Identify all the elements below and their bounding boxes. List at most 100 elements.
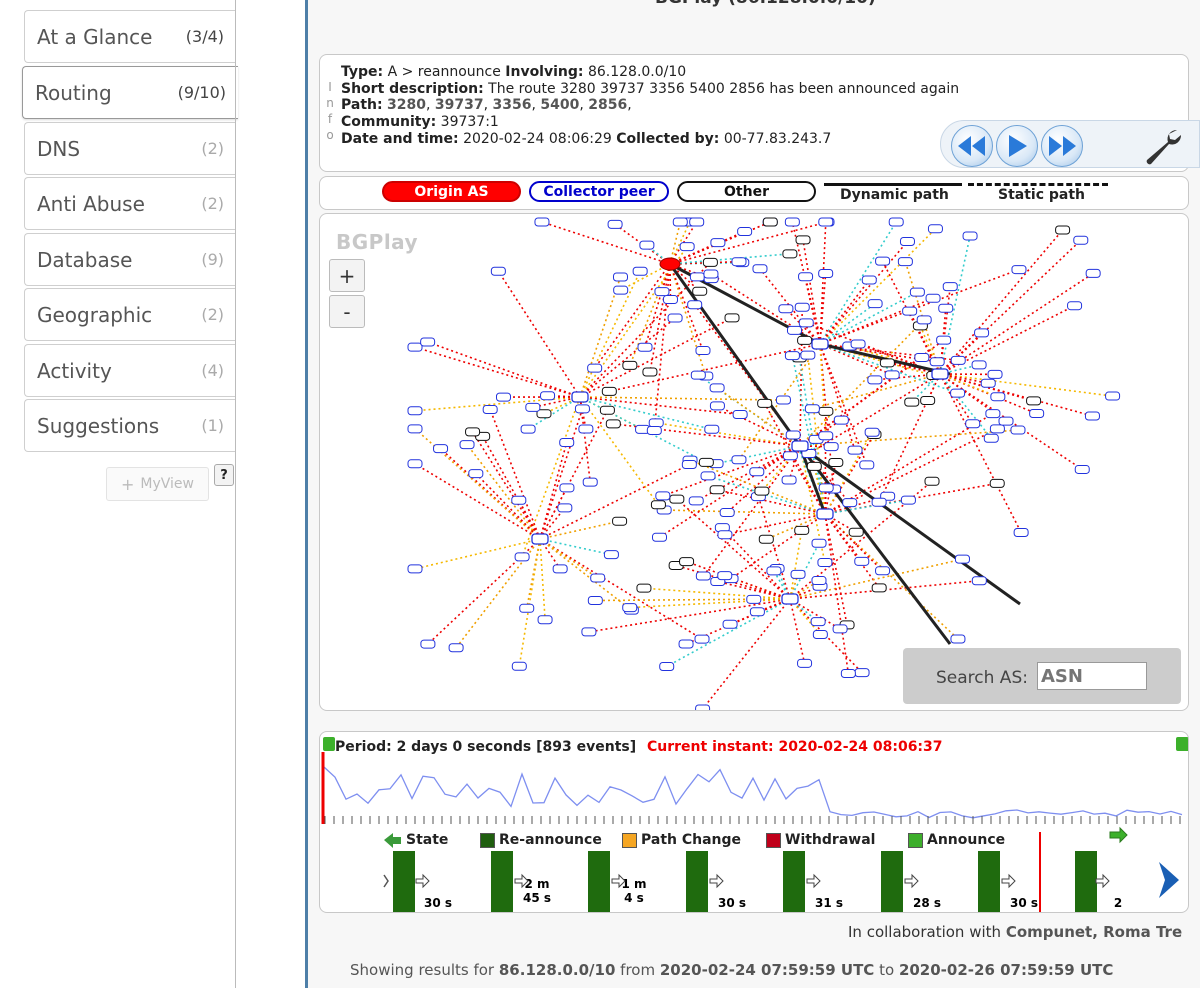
zoom-in-button[interactable]: +	[329, 259, 365, 292]
as-node	[900, 495, 916, 505]
search-as-input[interactable]	[1037, 662, 1147, 690]
path-asn[interactable]: 5400	[540, 97, 579, 113]
from-value: 2020-02-24 07:59:59 UTC	[659, 961, 875, 979]
legend-reannounce: Re-announce	[480, 832, 602, 848]
as-node	[990, 392, 1006, 402]
as-node	[1074, 464, 1090, 474]
graph-edge	[579, 396, 712, 431]
help-button[interactable]: ?	[214, 464, 234, 486]
as-node	[607, 219, 623, 229]
as-node	[407, 459, 423, 469]
graph-edge	[594, 263, 671, 369]
fast-forward-button[interactable]	[1041, 125, 1083, 167]
graph-path-solid	[799, 444, 1021, 606]
as-node	[534, 217, 550, 227]
as-node	[514, 552, 530, 562]
path-asn[interactable]: 3356	[493, 97, 532, 113]
as-node	[752, 264, 768, 274]
as-node	[639, 240, 655, 250]
sidebar-item-dns[interactable]: DNS (2)	[24, 122, 236, 175]
as-node	[709, 485, 725, 495]
as-node	[613, 285, 629, 295]
sidebar-item-activity[interactable]: Activity (4)	[24, 344, 236, 397]
graph-edge	[539, 408, 584, 540]
sidebar-item-database[interactable]: Database (9)	[24, 233, 236, 286]
graph-edge	[539, 538, 546, 620]
play-button[interactable]	[996, 125, 1038, 167]
graph-edge	[659, 445, 801, 538]
graph-edge	[579, 317, 676, 398]
as-node	[669, 494, 685, 504]
as-node	[854, 668, 870, 678]
community-line: Community: 39737:1	[341, 114, 959, 131]
as-node	[709, 383, 725, 393]
gap-text: 28 s	[913, 896, 941, 910]
as-node	[812, 630, 828, 640]
involving-label: Involving:	[505, 64, 584, 80]
gap-text: 31 s	[815, 896, 843, 910]
as-node	[785, 430, 801, 440]
timeline-left-handle	[323, 737, 335, 751]
next-event-arrow-icon[interactable]	[1153, 860, 1183, 900]
myview-button[interactable]: + MyView	[106, 467, 209, 501]
path-asn[interactable]: 2856	[588, 97, 627, 113]
as-node	[817, 558, 833, 568]
as-node	[420, 337, 436, 347]
as-node	[552, 564, 568, 574]
timeline-chart[interactable]: 30 s 2 m45 s 1 m4 s 30 s 31 s 28 s 30 s 2	[320, 732, 1189, 913]
as-node	[694, 634, 710, 644]
graph-edge	[939, 229, 1064, 375]
as-node	[797, 335, 813, 345]
bgp-graph[interactable]	[320, 214, 1189, 711]
graph-edge	[481, 435, 541, 540]
as-hub-node	[571, 391, 589, 403]
graph-edge	[939, 239, 1082, 375]
as-node	[987, 369, 1003, 379]
gap-text: 30 s	[718, 896, 746, 910]
as-node	[407, 406, 423, 416]
as-node	[861, 275, 877, 285]
sidebar-item-anti-abuse[interactable]: Anti Abuse (2)	[24, 177, 236, 230]
as-node	[632, 266, 648, 276]
gap-text: 45 s	[523, 891, 551, 905]
as-node	[1026, 396, 1042, 406]
as-node	[689, 272, 705, 282]
sidebar-item-routing[interactable]: Routing (9/10)	[22, 66, 238, 119]
wrench-icon[interactable]	[1141, 128, 1187, 166]
graph-edge	[527, 396, 581, 430]
as-node	[867, 375, 883, 385]
sidebar: At a Glance (3/4) Routing (9/10) DNS (2)…	[0, 0, 238, 988]
graph-edge	[819, 221, 897, 345]
arrow-icon	[709, 873, 724, 889]
as-node	[778, 304, 794, 314]
zoom-out-button[interactable]: -	[329, 295, 365, 328]
gap-label: 1 m4 s	[611, 873, 647, 905]
re-announce-bar	[393, 851, 415, 912]
myview-label: MyView	[140, 476, 194, 492]
graph-edge	[539, 538, 599, 579]
info-letter: I	[328, 80, 332, 94]
rewind-button[interactable]	[951, 125, 993, 167]
sidebar-item-geographic[interactable]: Geographic (2)	[24, 288, 236, 341]
as-node	[782, 451, 798, 461]
legend-label: Announce	[927, 832, 1006, 848]
origin-as-node	[659, 257, 681, 271]
as-node	[989, 478, 1005, 488]
as-node	[459, 440, 475, 450]
as-node	[495, 392, 511, 402]
gap-label: 30 s	[1001, 873, 1038, 910]
as-node	[784, 217, 800, 227]
as-node	[448, 643, 464, 653]
gap-label: 30 s	[415, 873, 452, 910]
bgp-graph-panel[interactable]: BGPlay + - Search AS:	[319, 213, 1189, 711]
sidebar-item-at-a-glance[interactable]: At a Glance (3/4)	[24, 10, 236, 63]
path-asn[interactable]: 3280	[387, 97, 426, 113]
rewind-icon	[958, 136, 985, 156]
as-node	[950, 355, 966, 365]
app-root: At a Glance (3/4) Routing (9/10) DNS (2)…	[0, 0, 1200, 988]
collaboration-note: In collaboration with Compunet, Roma Tre	[848, 923, 1182, 941]
path-asn[interactable]: 39737	[435, 97, 484, 113]
sidebar-item-suggestions[interactable]: Suggestions (1)	[24, 399, 236, 452]
legend-collector-peer: Collector peer	[529, 181, 669, 202]
as-node	[689, 217, 705, 227]
